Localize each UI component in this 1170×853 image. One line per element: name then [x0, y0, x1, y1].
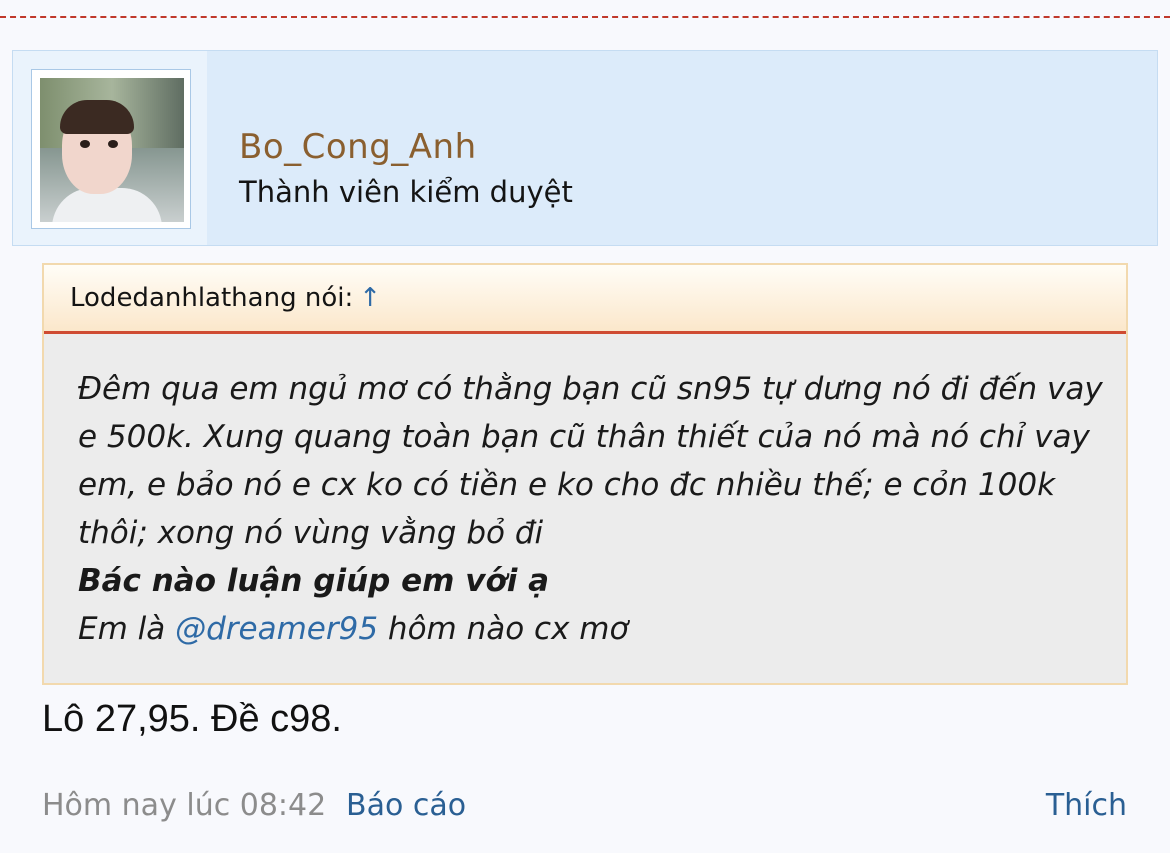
quote-header: Lodedanhlathang nói: ↑ — [44, 265, 1126, 334]
user-title: Thành viên kiểm duyệt — [239, 175, 573, 209]
avatar-image — [40, 78, 184, 222]
avatar[interactable] — [31, 69, 191, 229]
top-divider — [0, 16, 1170, 18]
quote-mention-line: Em là @dreamer95 hôm nào cx mơ — [78, 605, 1108, 653]
quote-bold-line: Bác nào luận giúp em với ạ — [78, 563, 550, 599]
up-arrow-icon[interactable]: ↑ — [359, 283, 381, 313]
quote-body: Đêm qua em ngủ mơ có thằng bạn cũ sn95 t… — [78, 365, 1108, 653]
mention-prefix: Em là — [78, 611, 166, 647]
quote-author-label: Lodedanhlathang nói: — [70, 283, 354, 313]
post-timestamp: Hôm nay lúc 08:42 — [42, 788, 327, 823]
post-text: Lô 27,95. Đề c98. — [42, 698, 342, 740]
mention-suffix: hôm nào cx mơ — [387, 611, 629, 647]
report-link[interactable]: Báo cáo — [346, 788, 466, 823]
user-info-bar: Bo_Cong_Anh Thành viên kiểm duyệt — [12, 50, 1158, 246]
user-mention-link[interactable]: @dreamer95 — [175, 611, 378, 647]
username[interactable]: Bo_Cong_Anh — [239, 127, 477, 167]
quote-block: Lodedanhlathang nói: ↑ Đêm qua em ngủ mơ … — [42, 263, 1128, 685]
quote-paragraph: Đêm qua em ngủ mơ có thằng bạn cũ sn95 t… — [78, 371, 1103, 551]
avatar-column — [13, 51, 207, 245]
like-link[interactable]: Thích — [1046, 788, 1127, 823]
quote-author: Lodedanhlathang nói: ↑ — [70, 283, 381, 313]
